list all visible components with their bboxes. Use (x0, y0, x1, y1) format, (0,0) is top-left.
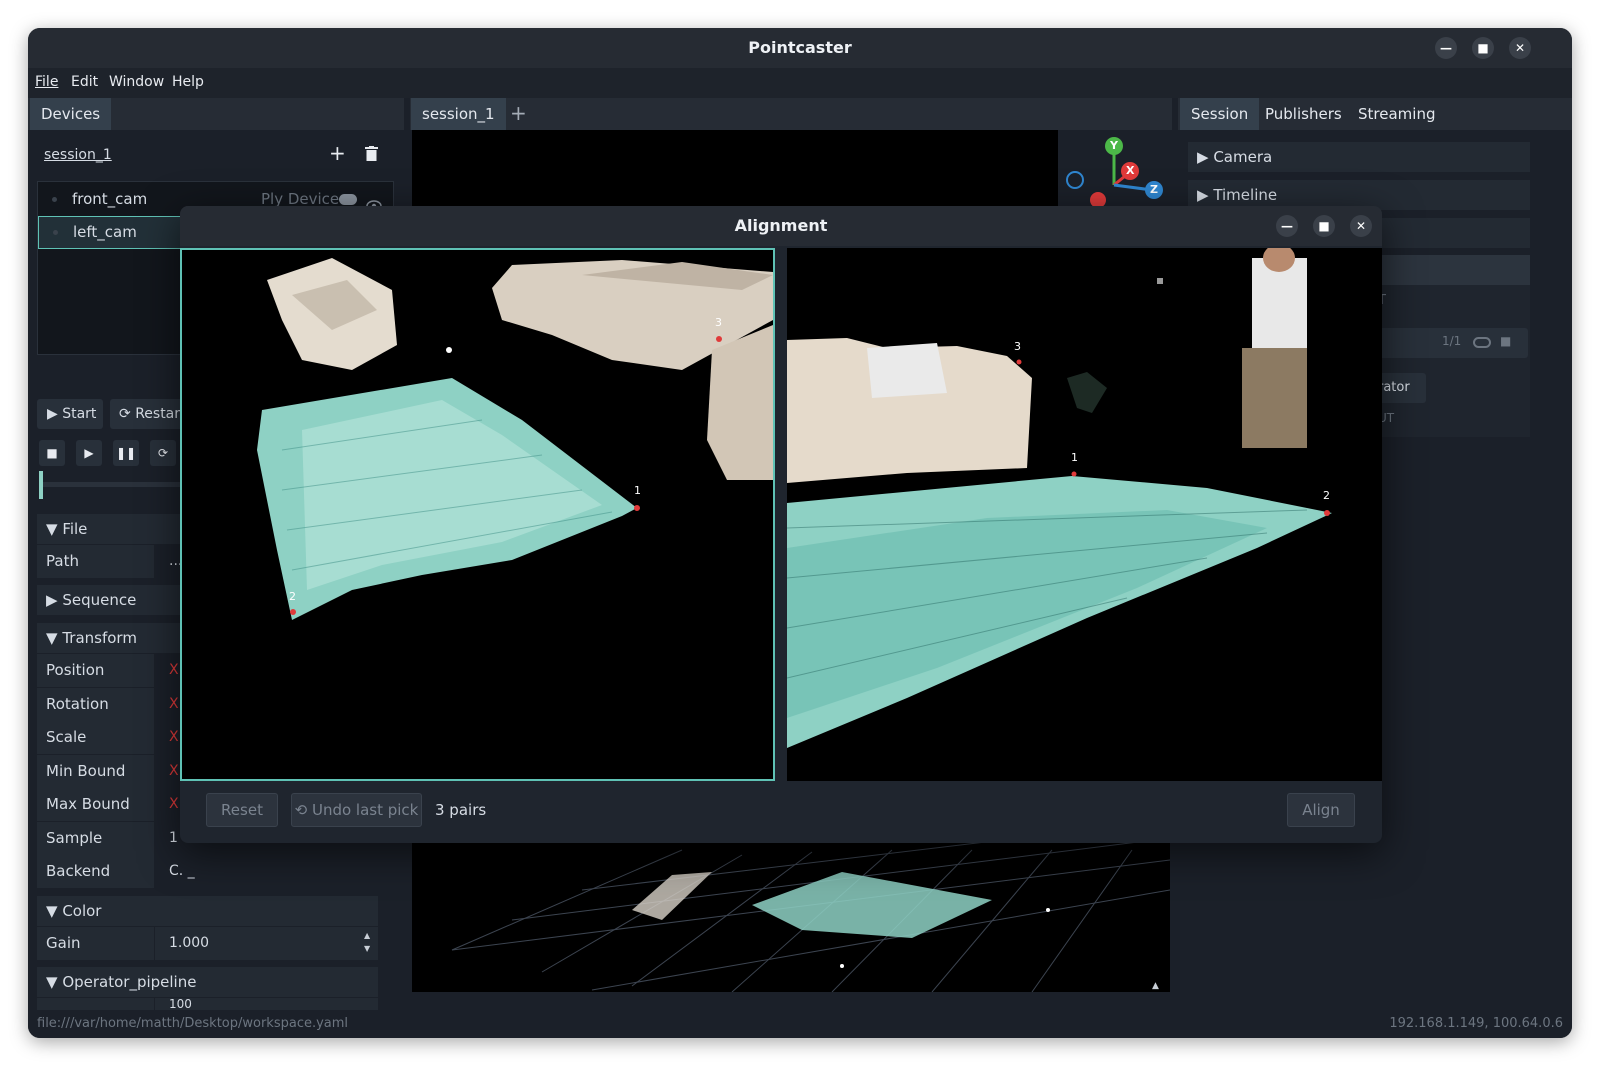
tab-publishers[interactable]: Publishers (1254, 98, 1353, 130)
dialog-title: Alignment (734, 216, 828, 235)
right-marker-1: 1 (1071, 451, 1078, 464)
tab-streaming[interactable]: Streaming (1347, 98, 1446, 130)
operator-row[interactable]: 1/1 ■ (1378, 328, 1528, 358)
gizmo-z-label: Z (1150, 183, 1158, 196)
network-addresses: 192.168.1.149, 100.64.0.6 (1389, 1016, 1563, 1031)
add-tab-icon[interactable]: + (510, 101, 527, 125)
dialog-minimize-button[interactable]: — (1276, 215, 1298, 237)
close-button[interactable]: ✕ (1509, 37, 1531, 59)
axis-gizmo[interactable]: Y X Z (1058, 130, 1170, 208)
start-button[interactable]: ▶ Start (37, 399, 103, 429)
section-sequence-label: Sequence (62, 591, 137, 609)
left-marker-1: 1 (634, 484, 641, 497)
reset-button[interactable]: Reset (206, 793, 278, 827)
gizmo-x-label: X (1126, 164, 1135, 177)
add-operator-button[interactable]: rator (1378, 373, 1426, 403)
prop-rotation-label: Rotation (37, 688, 154, 721)
menubar: File Edit Window Help (28, 68, 1572, 98)
section-timeline-label: Timeline (1213, 186, 1278, 204)
pairs-count: 3 pairs (435, 801, 487, 819)
restart-button[interactable]: ⟳ Restart (110, 399, 190, 429)
prop-gain-value[interactable]: 1.000 (155, 927, 378, 960)
target-cloud-view[interactable]: 1 2 3 (787, 248, 1382, 781)
left-marker-3: 3 (715, 316, 722, 329)
section-file-label: File (62, 520, 88, 538)
tab-devices[interactable]: Devices (30, 98, 112, 130)
menu-window[interactable]: Window (109, 74, 164, 90)
prop-backend-value[interactable]: C. _ (155, 855, 378, 888)
stop-button[interactable]: ■ (39, 440, 65, 466)
left-marker-2: 2 (289, 590, 296, 603)
operator-counter: 1/1 (1442, 334, 1462, 348)
menu-edit[interactable]: Edit (71, 74, 98, 90)
window-titlebar: Pointcaster — ■ ✕ (28, 28, 1572, 68)
section-camera-label: Camera (1213, 148, 1273, 166)
seek-handle[interactable] (39, 471, 43, 499)
toggle-icon[interactable] (1473, 337, 1491, 348)
prop-sample-label: Sample (37, 822, 154, 855)
right-marker-3: 3 (1014, 340, 1021, 353)
prop-gain-label: Gain (37, 927, 154, 960)
window-title: Pointcaster (748, 38, 852, 57)
seek-slider[interactable] (39, 482, 189, 487)
workspace-path: file:///var/home/matth/Desktop/workspace… (37, 1016, 349, 1031)
restart-label: Restart (135, 406, 186, 422)
device-name: front_cam (72, 190, 148, 208)
section-color-label: Color (62, 902, 102, 920)
prop-position-label: Position (37, 654, 154, 687)
prop-max-bound-label: Max Bound (37, 788, 154, 821)
target-cloud-scene (787, 248, 1332, 748)
start-label: Start (62, 406, 97, 422)
prop-partial-label (37, 998, 154, 1010)
menu-help[interactable]: Help (172, 74, 204, 90)
device-name: left_cam (73, 223, 137, 241)
tab-session-1[interactable]: session_1 (411, 98, 506, 130)
session-label[interactable]: session_1 (44, 147, 112, 163)
dialog-titlebar: Alignment — ■ ✕ (180, 206, 1382, 246)
session-tabbar: session_1 + (410, 98, 1172, 130)
align-button[interactable]: Align (1287, 793, 1355, 827)
right-marker-2: 2 (1323, 489, 1330, 502)
minimize-button[interactable]: — (1435, 37, 1457, 59)
svg-text:▲: ▲ (1152, 981, 1159, 991)
section-transform-label: Transform (62, 629, 137, 647)
operator-button-label: rator (1378, 380, 1410, 395)
gizmo-y-label: Y (1110, 139, 1118, 152)
dialog-maximize-button[interactable]: ■ (1313, 215, 1335, 237)
section-operator-pipeline[interactable]: ▼ Operator_pipeline (37, 967, 378, 997)
prop-scale-label: Scale (37, 721, 154, 754)
section-camera[interactable]: ▶ Camera (1188, 142, 1530, 172)
add-device-icon[interactable]: + (329, 141, 346, 165)
prop-partial-value[interactable]: 100 (155, 998, 378, 1010)
dialog-close-button[interactable]: ✕ (1350, 215, 1372, 237)
pause-button[interactable]: ❚❚ (113, 440, 139, 466)
source-cloud-view[interactable]: 1 2 3 (180, 248, 775, 781)
gain-stepper[interactable]: ▲ ▼ (364, 929, 370, 955)
trash-icon[interactable]: ■ (1500, 334, 1511, 348)
devices-tabbar: Devices (28, 98, 404, 130)
tab-session[interactable]: Session (1180, 98, 1260, 130)
prop-backend-label: Backend (37, 855, 154, 888)
status-bar: file:///var/home/matth/Desktop/workspace… (28, 1010, 1572, 1038)
section-color[interactable]: ▼ Color (37, 896, 378, 926)
toggle-icon[interactable] (339, 194, 357, 205)
menu-file[interactable]: File (35, 74, 58, 90)
play-button[interactable]: ▶ (76, 440, 102, 466)
undo-label: Undo last pick (311, 801, 419, 819)
prop-min-bound-label: Min Bound (37, 755, 154, 788)
status-dot-icon (52, 197, 57, 202)
eye-icon[interactable] (366, 192, 382, 212)
source-cloud-scene (257, 258, 773, 620)
trash-icon[interactable] (365, 146, 378, 161)
section-operator-pipeline-label: Operator_pipeline (62, 973, 197, 991)
prop-path-label: Path (37, 545, 154, 578)
maximize-button[interactable]: ■ (1472, 37, 1494, 59)
inspector-tabbar: Session Publishers Streaming (1178, 98, 1572, 130)
undo-last-pick-button[interactable]: ⟲ Undo last pick (291, 793, 422, 827)
loop-button[interactable]: ⟳ (150, 440, 176, 466)
alignment-dialog: Alignment — ■ ✕ 1 2 3 1 2 3 Reset ⟲ Undo… (180, 206, 1382, 843)
status-dot-icon (53, 230, 58, 235)
